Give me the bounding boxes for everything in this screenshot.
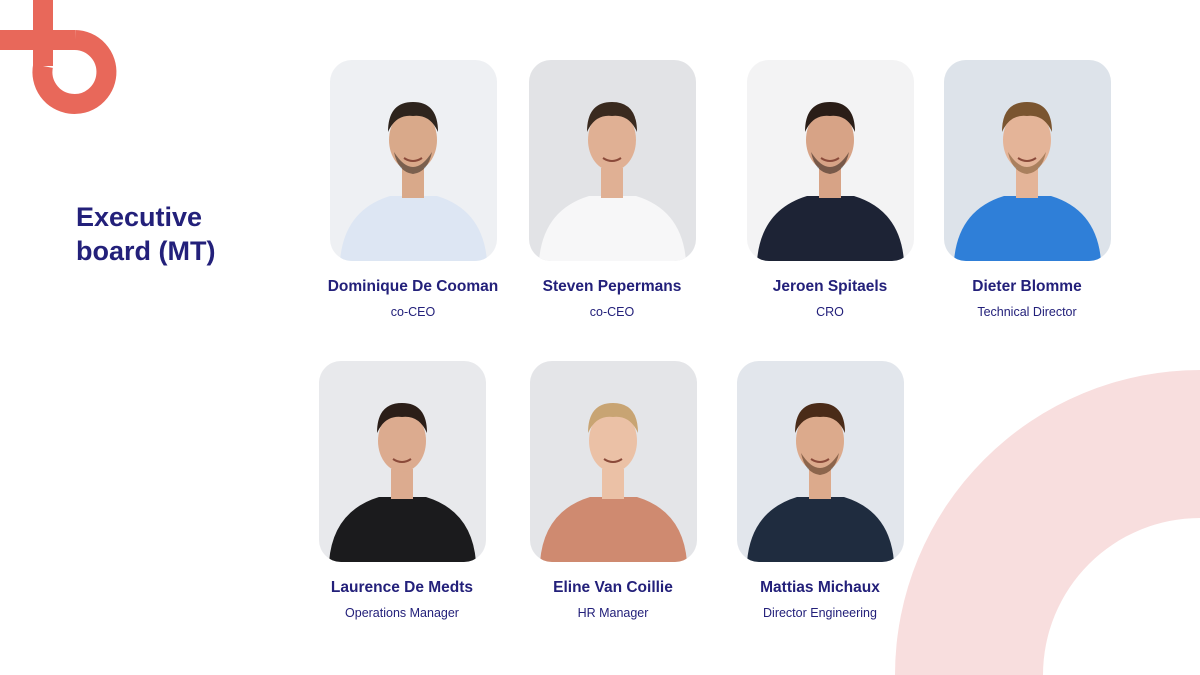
brand-logo <box>0 0 117 114</box>
member-card: Eline Van Coillie HR Manager <box>508 361 718 620</box>
member-photo <box>318 361 486 562</box>
member-role: co-CEO <box>390 305 436 319</box>
page-title: Executive board (MT) <box>76 202 216 266</box>
member-photo <box>329 60 497 261</box>
member-name: Dieter Blomme <box>972 278 1082 295</box>
member-photo <box>528 60 696 261</box>
member-card: Dieter Blomme Technical Director <box>922 60 1132 319</box>
member-card: Jeroen Spitaels CRO <box>725 60 935 319</box>
decorative-arc <box>895 370 1200 675</box>
member-card: Dominique De Cooman co-CEO <box>308 60 518 319</box>
member-role: co-CEO <box>589 305 635 319</box>
member-name: Laurence De Medts <box>330 579 474 596</box>
member-name: Jeroen Spitaels <box>772 278 888 295</box>
member-card: Mattias Michaux Director Engineering <box>715 361 925 620</box>
member-card: Steven Pepermans co-CEO <box>507 60 717 319</box>
member-name: Eline Van Coillie <box>553 579 673 596</box>
member-role: Director Engineering <box>763 606 877 620</box>
member-photo <box>943 60 1111 261</box>
member-role: HR Manager <box>577 606 649 620</box>
member-photo <box>736 361 904 562</box>
member-name: Dominique De Cooman <box>327 278 499 295</box>
member-photo <box>746 60 914 261</box>
member-role: Operations Manager <box>345 606 459 620</box>
member-role: CRO <box>816 305 844 319</box>
member-photo <box>529 361 697 562</box>
member-name: Mattias Michaux <box>760 579 880 596</box>
member-role: Technical Director <box>977 305 1077 319</box>
member-name: Steven Pepermans <box>542 278 682 295</box>
member-card: Laurence De Medts Operations Manager <box>297 361 507 620</box>
